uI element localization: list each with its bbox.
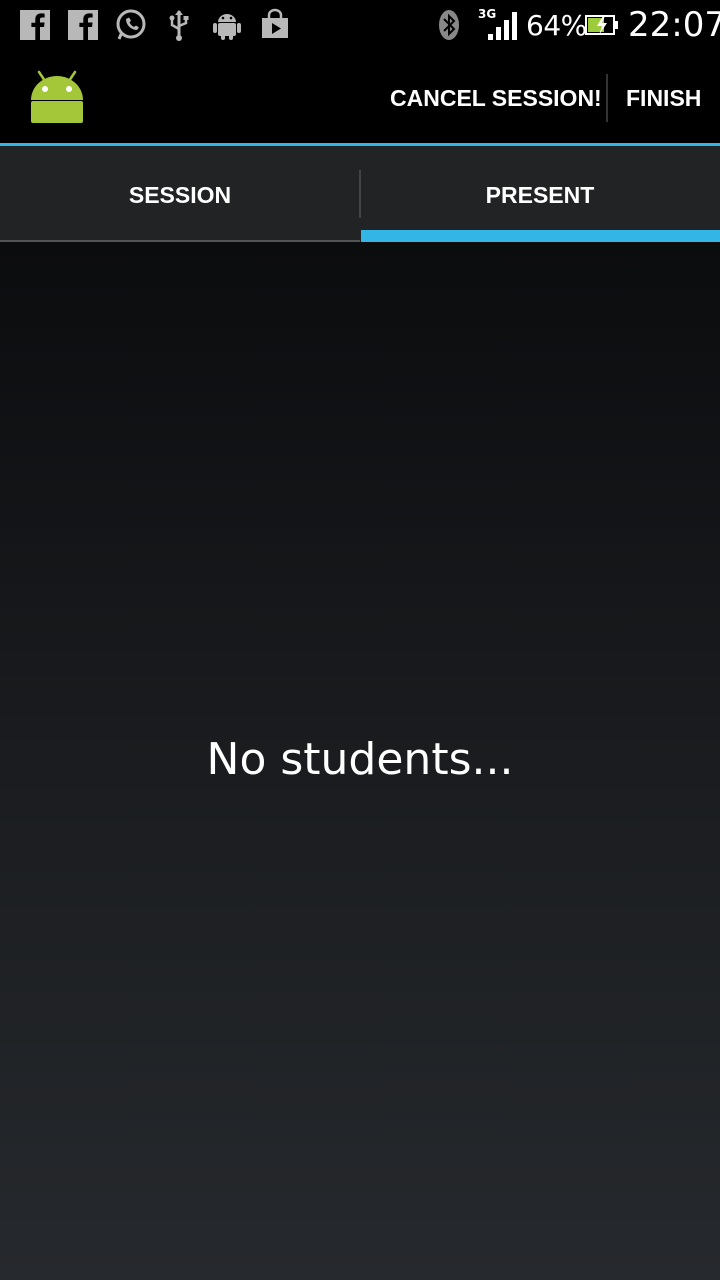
whatsapp-icon: [114, 8, 148, 42]
facebook-icon: [18, 8, 52, 42]
tab-present-label: PRESENT: [485, 182, 595, 208]
tab-session[interactable]: SESSION: [0, 146, 360, 242]
facebook-icon: [66, 8, 100, 42]
play-store-icon: [258, 8, 292, 42]
signal-strength-icon: [484, 8, 520, 42]
battery-charging-icon: [584, 8, 620, 42]
empty-state-message: No students...: [206, 734, 514, 785]
cancel-session-button[interactable]: CANCEL SESSION!: [390, 50, 602, 143]
finish-button[interactable]: FINISH: [626, 50, 701, 143]
tab-present-indicator: [361, 230, 720, 242]
clock: 22:07: [628, 5, 720, 45]
android-icon[interactable]: [30, 70, 84, 124]
students-list-area: No students...: [0, 242, 720, 1280]
bluetooth-icon: [432, 8, 466, 42]
tab-present[interactable]: PRESENT: [360, 146, 720, 242]
action-divider: [606, 74, 608, 122]
status-bar: 3G 64% 22:07: [0, 0, 720, 50]
usb-icon: [162, 8, 196, 42]
tab-bar: SESSION PRESENT: [0, 146, 720, 242]
action-bar: CANCEL SESSION! FINISH: [0, 50, 720, 143]
battery-percent: 64%: [526, 9, 587, 42]
tab-session-label: SESSION: [128, 182, 232, 208]
android-debug-icon: [210, 8, 244, 42]
